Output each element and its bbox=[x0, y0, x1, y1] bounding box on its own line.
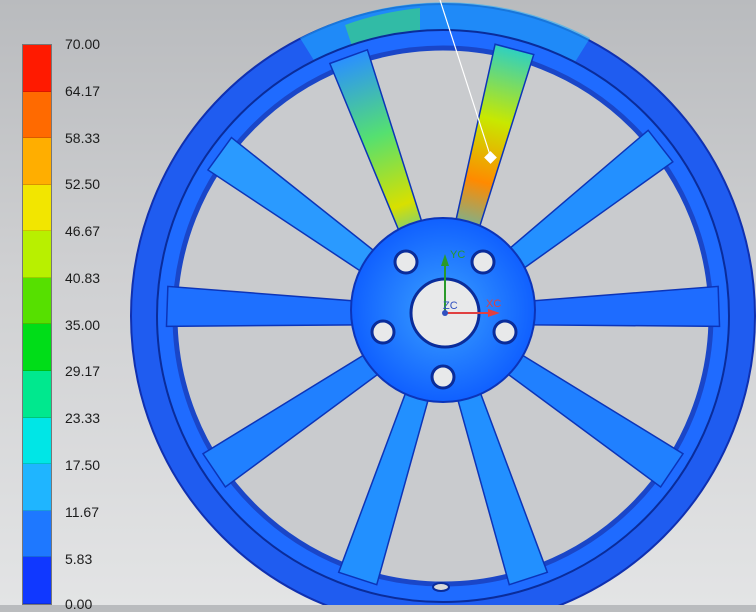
legend-label: 40.83 bbox=[65, 270, 101, 286]
legend-label: 0.00 bbox=[65, 596, 93, 612]
legend-swatch bbox=[23, 45, 51, 92]
legend-label: 64.17 bbox=[65, 83, 101, 99]
legend-label: 46.67 bbox=[65, 223, 101, 239]
legend-swatch bbox=[23, 324, 51, 372]
graphics-viewport[interactable]: YC XC ZC 70.00 64.17 58.33 52.50 46.67 4… bbox=[0, 0, 756, 612]
color-legend: 70.00 64.17 58.33 52.50 46.67 40.83 35.0… bbox=[22, 36, 112, 612]
lug-hole bbox=[470, 249, 496, 275]
legend-label: 17.50 bbox=[65, 457, 101, 473]
legend-label: 70.00 bbox=[65, 36, 101, 52]
legend-label: 23.33 bbox=[65, 410, 101, 426]
legend-swatch bbox=[23, 184, 51, 232]
legend-label: 52.50 bbox=[65, 176, 101, 192]
legend-label: 29.17 bbox=[65, 363, 101, 379]
legend-label: 11.67 bbox=[65, 504, 99, 520]
legend-swatch bbox=[23, 510, 51, 558]
legend-color-bar bbox=[22, 44, 52, 605]
lug-hole bbox=[370, 319, 396, 345]
legend-swatch bbox=[23, 371, 51, 418]
wheel-stress-model[interactable]: YC XC ZC bbox=[0, 0, 756, 605]
lug-hole bbox=[393, 249, 419, 275]
axis-label-x: XC bbox=[486, 298, 501, 310]
legend-swatch bbox=[23, 417, 51, 465]
axis-label-y: YC bbox=[450, 249, 465, 261]
legend-label: 5.83 bbox=[65, 551, 93, 567]
axis-label-z: ZC bbox=[443, 300, 458, 312]
legend-label: 35.00 bbox=[65, 317, 101, 333]
legend-swatch bbox=[23, 557, 51, 604]
legend-swatch bbox=[23, 231, 51, 278]
legend-swatch bbox=[23, 277, 51, 325]
lug-hole bbox=[492, 319, 518, 345]
valve-hole bbox=[432, 582, 450, 592]
legend-swatch bbox=[23, 464, 51, 511]
legend-swatch bbox=[23, 138, 51, 185]
legend-swatch bbox=[23, 91, 51, 139]
legend-label: 58.33 bbox=[65, 130, 101, 146]
lug-hole bbox=[430, 364, 456, 390]
